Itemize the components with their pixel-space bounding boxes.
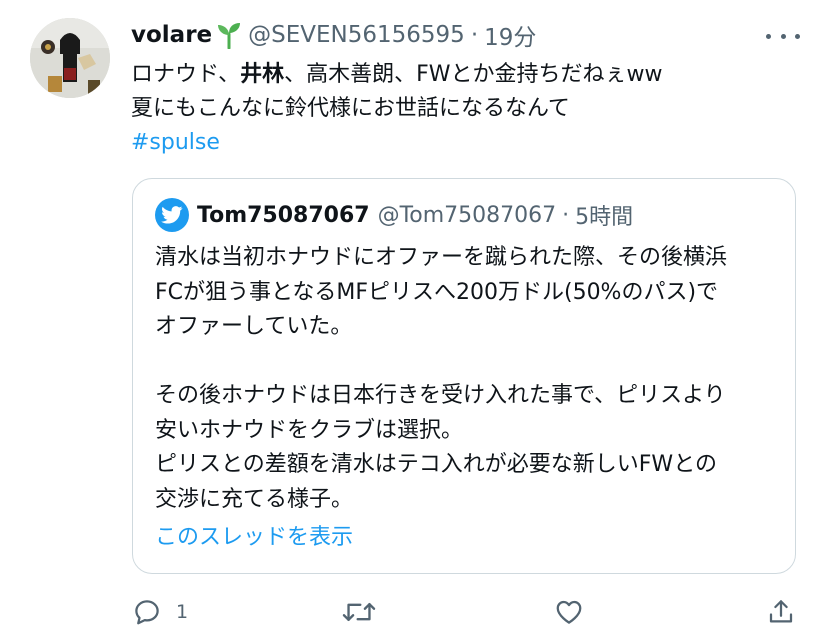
more-dot (766, 33, 771, 39)
quoted-tweet[interactable]: Tom75087067 @Tom75087067 · 5時間 清水は当初ホナウド… (132, 178, 796, 574)
bold-text: 井林 (240, 62, 285, 87)
separator-dot: · (470, 22, 479, 48)
quoted-tweet-header: Tom75087067 @Tom75087067 · 5時間 (155, 197, 633, 233)
tweet-line: 夏にもこんなに鈴代様にお世話になるなんて (131, 96, 570, 121)
reply-icon (135, 600, 159, 625)
quoted-tweet-text: 清水は当初ホナウドにオファーを蹴られた際、その後横浜 FCが狙う事となるMFピリ… (155, 241, 727, 517)
quoted-line: 清水は当初ホナウドにオファーを蹴られた際、その後横浜 (155, 245, 728, 270)
more-options-icon[interactable] (766, 26, 800, 46)
quoted-line: FCが狙う事となるMFピリスへ200万ドル(50%のパス)で (155, 279, 719, 305)
quoted-line-blank (155, 345, 727, 380)
tweet-line: ロナウド、井林、高木善朗、FWとか金持ちだねぇww (131, 62, 663, 87)
tweet-text: ロナウド、井林、高木善朗、FWとか金持ちだねぇww 夏にもこんなに鈴代様にお世話… (131, 58, 663, 160)
share-icon (769, 600, 793, 623)
timestamp[interactable]: 19分 (484, 18, 536, 52)
like-button[interactable] (554, 596, 584, 628)
tweet-actions: 1 (132, 596, 802, 628)
avatar-image (30, 18, 110, 98)
display-name[interactable]: volare (131, 22, 212, 48)
reply-count: 1 (176, 601, 189, 623)
retweet-button[interactable] (342, 596, 376, 628)
quoted-line: その後ホナウドは日本行きを受け入れた事で、ピリスより (155, 383, 726, 408)
twitter-bird-icon (155, 198, 189, 232)
tweet-header: volare @SEVEN56156595 · 19分 (131, 18, 536, 52)
more-dot (780, 33, 786, 39)
quoted-line: 交渉に充てる様子。 (155, 486, 354, 512)
like-icon (556, 600, 582, 624)
reply-button[interactable]: 1 (132, 596, 188, 628)
sprout-icon (216, 21, 242, 50)
hashtag-link[interactable]: #spulse (131, 130, 220, 155)
quoted-display-name[interactable]: Tom75087067 (197, 203, 370, 228)
quoted-line: ピリスとの差額を清水はテコ入れが必要な新しいFWとの (155, 452, 717, 477)
user-handle[interactable]: @SEVEN56156595 (248, 22, 465, 48)
quoted-timestamp[interactable]: 5時間 (575, 199, 633, 231)
quoted-line: オファーしていた。 (155, 314, 353, 339)
show-thread-link[interactable]: このスレッドを表示 (155, 519, 353, 551)
more-dot (795, 33, 800, 39)
separator-dot: · (562, 202, 570, 228)
retweet-icon (342, 602, 376, 622)
share-button[interactable] (766, 596, 796, 628)
quoted-user-handle[interactable]: @Tom75087067 (378, 203, 557, 228)
avatar[interactable] (30, 18, 110, 98)
quoted-line: 安いホナウドをクラブは選択。 (155, 417, 464, 443)
